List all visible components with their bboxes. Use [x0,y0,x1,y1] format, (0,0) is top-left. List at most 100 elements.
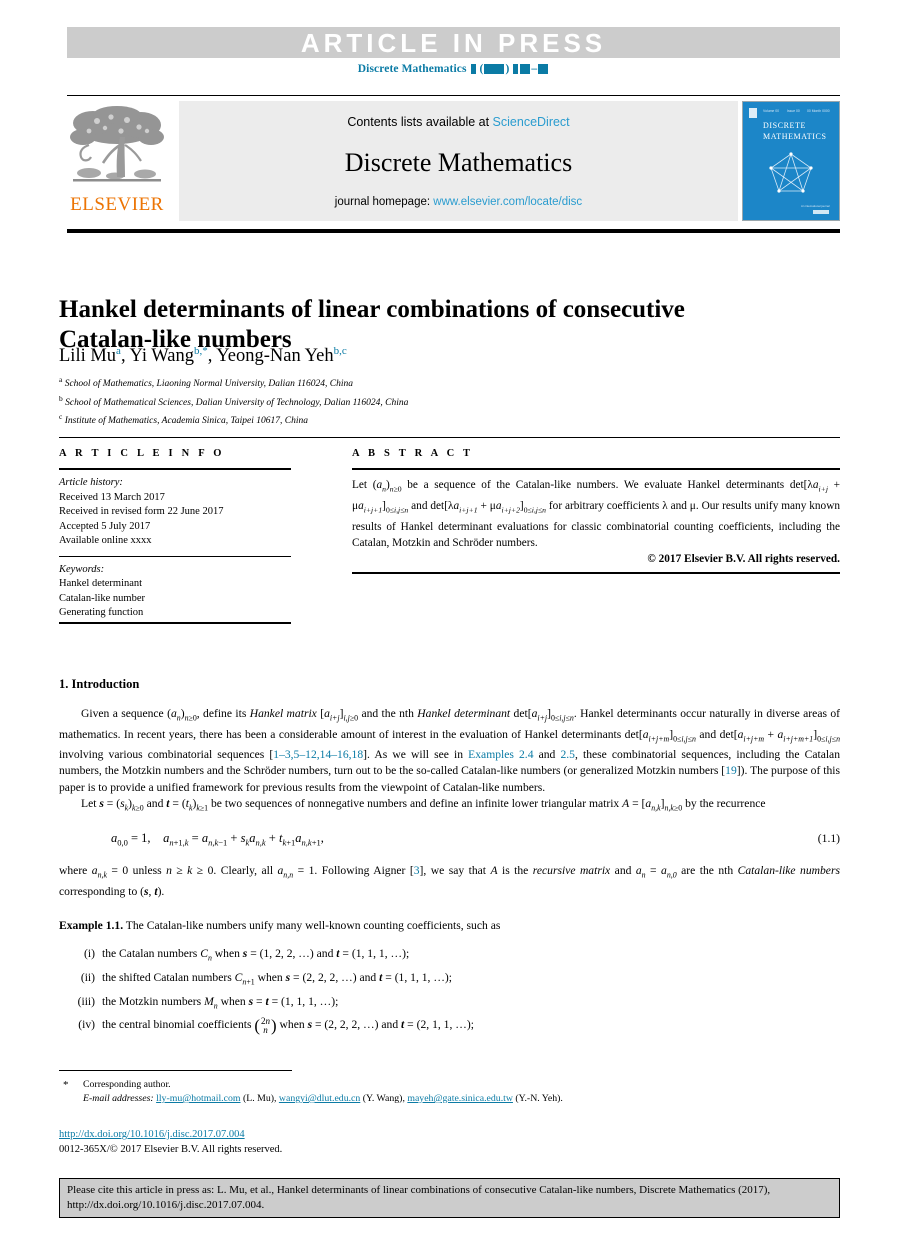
equation-number: (1.1) [817,832,840,846]
email-owner-wang: (Y. Wang) [362,1093,403,1104]
example-1-1-heading: Example 1.1. The Catalan-like numbers un… [59,918,840,934]
journal-masthead: ELSEVIER Contents lists available at Sci… [67,101,840,223]
affiliation-text: Institute of Mathematics, Academia Sinic… [64,416,309,427]
info-section-bottom-rule [59,622,291,624]
corresponding-author-text: Corresponding author. [83,1079,171,1090]
contents-lists-prefix: Contents lists available at [347,115,493,129]
paragraph-intro-2: Let s = (sk)k≥0 and t = (tk)k≥1 be two s… [81,796,766,813]
article-info-column: A R T I C L E I N F O Article history: R… [59,448,291,628]
cross-ref-example-2-5[interactable]: 2.5 [560,748,575,761]
email-link-wang[interactable]: wangyi@dlut.edu.cn [279,1093,360,1104]
list-marker: (iii) [77,994,95,1008]
journal-homepage-link[interactable]: www.elsevier.com/locate/disc [433,196,582,208]
keyword-item: Hankel determinant [59,578,143,589]
sciencedirect-link[interactable]: ScienceDirect [493,115,570,129]
list-item: (iv) the central binomial coefficients (… [59,1016,840,1035]
author-affil-mark: b,c [333,345,347,357]
info-section-top-rule [59,437,840,438]
article-info-heading: A R T I C L E I N F O [59,448,225,459]
svg-text:00 Month 0000: 00 Month 0000 [807,109,830,113]
list-marker: (iv) [78,1018,95,1032]
affiliation-item: b School of Mathematical Sciences, Dalia… [59,393,409,408]
article-in-press-label: ARTICLE IN PRESS [300,27,607,58]
example-label: Example 1.1. [59,918,124,932]
footnote-separator-rule [59,1070,292,1071]
masthead-bottom-rule [67,229,840,233]
list-item: (iii) the Motzkin numbers Mn when s = t … [59,993,840,1015]
article-in-press-banner: ARTICLE IN PRESS [67,27,840,58]
journal-homepage-prefix: journal homepage: [334,196,434,208]
journal-homepage-line: journal homepage: www.elsevier.com/locat… [335,196,582,208]
contents-lists-line: Contents lists available at ScienceDirec… [347,115,569,129]
keyword-item: Catalan-like number [59,592,146,604]
doi-link[interactable]: http://dx.doi.org/10.1016/j.disc.2017.07… [59,1129,245,1140]
svg-text:Volume 00: Volume 00 [763,109,779,113]
journal-cover-thumbnail[interactable]: Volume 00 Issue 00 00 Month 0000 DISCRET… [742,101,840,221]
article-history-label: Article history: [59,477,123,488]
email-owner-mu: (L. Mu) [242,1093,274,1104]
affiliation-text: School of Mathematical Sciences, Dalian … [65,397,409,408]
svg-text:Issue 00: Issue 00 [787,109,800,113]
author-list: Lili Mua, Yi Wangb,*, Yeong-Nan Yehb,c [59,345,347,367]
abstract-heading: A B S T R A C T [352,448,474,459]
equation-1-1-row: a0,0 = 1, an+1,k = an,k−1 + skan,k + tk+… [59,830,840,851]
section-number: 1. [59,677,69,691]
email-link-yeh[interactable]: mayeh@gate.sinica.edu.tw [407,1093,513,1104]
running-head-masked-issue: () – [467,63,550,75]
running-head-journal-name: Discrete Mathematics [357,63,467,75]
citation-ref-19[interactable]: 19 [725,764,737,777]
example-item-list: (i) the Catalan numbers Cn when s = (1, … [59,945,840,1035]
email-owner-yeh: (Y.-N. Yeh) [515,1093,561,1104]
svg-text:DISCRETE: DISCRETE [763,121,806,130]
section-heading-introduction: 1. Introduction [59,676,840,692]
citation-notice-text: Please cite this article in press as: L.… [67,1184,771,1211]
paragraph-intro-1: Given a sequence (an)n≥0, define its Han… [59,707,841,794]
abstract-copyright: © 2017 Elsevier B.V. All rights reserved… [647,552,840,565]
elsevier-logo: ELSEVIER [67,101,167,221]
masthead-top-rule [67,95,840,96]
section-title: Introduction [71,677,140,691]
paper-page: ARTICLE IN PRESS Discrete Mathematics ()… [0,0,907,1238]
citation-ref-range[interactable]: 1–3,5–12,14–16,18 [273,748,363,761]
article-history-item: Available online xxxx [59,535,152,546]
keywords-label: Keywords: [59,563,105,575]
article-history-item: Received 13 March 2017 [59,491,165,503]
citation-ref-3[interactable]: 3 [414,864,420,877]
citation-notice-box: Please cite this article in press as: L.… [59,1178,840,1218]
email-addresses-line: E-mail addresses: lly-mu@hotmail.com (L.… [59,1092,840,1106]
keyword-item: Generating function [59,607,144,618]
article-history-item: Accepted 5 July 2017 [59,520,151,532]
author-affil-mark: b,* [193,345,208,357]
list-item-text: the Catalan numbers Cn when s = (1, 2, 2… [102,946,410,963]
elsevier-tree-icon [70,103,164,187]
svg-text:MATHEMATICS: MATHEMATICS [763,132,827,141]
abstract-column: A B S T R A C T Let (an)n≥0 be a sequenc… [352,448,840,565]
list-item: (i) the Catalan numbers Cn when s = (1, … [59,945,840,967]
asterisk-icon: * [63,1079,69,1091]
doi-block: http://dx.doi.org/10.1016/j.disc.2017.07… [59,1127,282,1157]
email-link-mu[interactable]: lly-mu@hotmail.com [156,1093,240,1104]
issn-copyright-line: 0012-365X/© 2017 Elsevier B.V. All right… [59,1144,283,1155]
list-marker: (ii) [80,970,95,984]
list-item-text: the central binomial coefficients (2n n) … [102,1015,474,1036]
email-line-indent [59,1092,83,1106]
svg-text:An international journal: An international journal [801,204,830,208]
article-body: 1. Introduction Given a sequence (an)n≥0… [59,676,840,1037]
affiliation-text: School of Mathematics, Liaoning Normal U… [64,379,353,390]
author-affil-mark: a [116,345,121,357]
affiliation-list: a School of Mathematics, Liaoning Normal… [59,373,759,429]
cross-ref-example-2-4[interactable]: Examples 2.4 [468,748,533,761]
list-marker: (i) [84,946,95,960]
running-head-journal-line: Discrete Mathematics () – [0,63,907,75]
corresponding-author-line: * Corresponding author. [59,1078,840,1092]
example-intro-text: The Catalan-like numbers unify many well… [125,918,501,932]
article-history-item: Received in revised form 22 June 2017 [59,506,224,517]
list-item-text: the Motzkin numbers Mn when s = t = (1, … [102,994,339,1010]
abstract-text: Let (an)n≥0 be a sequence of the Catalan… [352,479,841,549]
journal-cover-art: Volume 00 Issue 00 00 Month 0000 DISCRET… [743,102,839,220]
list-item-text: the shifted Catalan numbers Cn+1 when s … [102,970,453,987]
affiliation-item: c Institute of Mathematics, Academia Sin… [59,412,309,427]
keywords-block: Keywords: Hankel determinant Catalan-lik… [59,557,291,628]
masthead-center-panel: Contents lists available at ScienceDirec… [179,101,738,221]
equation-1-1-body: a0,0 = 1, an+1,k = an,k−1 + skan,k + tk+… [111,831,324,848]
